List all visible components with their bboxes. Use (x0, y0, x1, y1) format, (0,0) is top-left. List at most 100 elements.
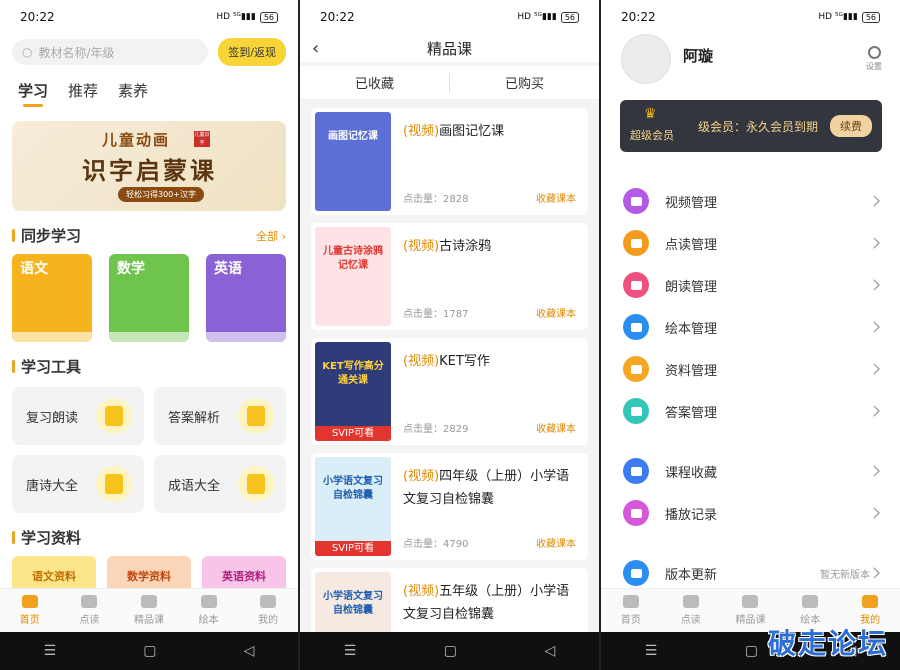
menu-icon[interactable]: ☰ (344, 643, 357, 659)
tab-home[interactable]: 首页 (606, 595, 656, 626)
vip-card[interactable]: ♛ 超级会员 级会员：永久会员到期 续费 (620, 100, 882, 152)
sync-title: 同步学习 (12, 225, 81, 246)
menu-picturebook[interactable]: 绘本管理 (601, 306, 900, 348)
tab-study[interactable]: 学习 (18, 80, 48, 107)
home-square-icon[interactable]: ▢ (444, 643, 457, 659)
course-card[interactable]: 画图记忆课 (视频)画图记忆课 点击量：2828 收藏课本 (311, 108, 588, 215)
tab-picturebooks[interactable]: 绘本 (184, 595, 234, 626)
signal-icon: HD ⁵ᴳ▮▮▮ (216, 12, 256, 22)
favorite-link[interactable]: 收藏课本 (536, 190, 576, 205)
menu-icon[interactable]: ☰ (44, 643, 57, 659)
status-bar: 20:22 HD ⁵ᴳ▮▮▮ 56 (300, 0, 599, 34)
tab-home[interactable]: 首页 (5, 595, 55, 626)
book-chinese[interactable]: 语文 (12, 254, 92, 342)
home-square-icon[interactable]: ▢ (745, 643, 758, 659)
crown-icon: ♛ (644, 106, 657, 122)
chevron-right-icon (868, 363, 880, 375)
chevron-right-icon (868, 237, 880, 249)
document-icon (623, 356, 649, 382)
seg-purchased[interactable]: 已购买 (449, 73, 599, 92)
book-english[interactable]: 英语 (206, 254, 286, 342)
version-note: 暂无新版本 (820, 569, 870, 581)
poem-icon (96, 466, 132, 502)
tab-courses[interactable]: 精品课 (124, 595, 174, 626)
chevron-right-icon (868, 279, 880, 291)
watermark-text: 破走论坛 (767, 627, 888, 660)
footprint-icon (623, 500, 649, 526)
tool-idioms[interactable]: 成语大全 (154, 455, 286, 513)
chevron-right-icon (868, 405, 880, 417)
chevron-right-icon (868, 465, 880, 477)
hand-pointer-icon (623, 230, 649, 256)
tab-dianread[interactable]: 点读 (64, 595, 114, 626)
home-icon (622, 595, 639, 608)
tools-title: 学习工具 (12, 356, 81, 377)
course-card[interactable]: 小学语文复习自检锦囊 SVIP可看 (视频)四年级（上册）小学语文复习自检锦囊 点… (311, 453, 588, 560)
menu-icon[interactable]: ☰ (645, 643, 658, 659)
back-icon[interactable]: ‹ (312, 38, 319, 59)
avatar[interactable] (621, 34, 671, 84)
home-icon (21, 595, 38, 608)
graduation-cap-icon (238, 466, 274, 502)
book-math[interactable]: 数学 (109, 254, 189, 342)
tool-review-reading[interactable]: 复习朗读 (12, 387, 144, 445)
home-square-icon[interactable]: ▢ (143, 643, 156, 659)
play-icon (140, 595, 157, 608)
favorite-link[interactable]: 收藏课本 (536, 420, 576, 435)
course-card[interactable]: 儿童古诗涂鸦记忆课 (视频)古诗涂鸦 点击量：1787 收藏课本 (311, 223, 588, 330)
status-bar: 20:22 HD ⁵ᴳ▮▮▮ 56 (0, 0, 298, 34)
menu-answers[interactable]: 答案管理 (601, 390, 900, 432)
settings-button[interactable]: 设置 (866, 46, 882, 72)
menu-course-favorites[interactable]: 课程收藏 (601, 450, 900, 492)
banner-line2: 识字启蒙课 (82, 157, 217, 185)
menu-dianread[interactable]: 点读管理 (601, 222, 900, 264)
favorite-link[interactable]: 收藏课本 (536, 305, 576, 320)
vip-label: 超级会员 (630, 129, 674, 142)
search-placeholder: 教材名称/年级 (38, 45, 115, 60)
promo-banner[interactable]: 儿童动画 儿童识字 识字启蒙课 轻松习得300+汉字 (12, 121, 286, 211)
picturebook-icon (623, 314, 649, 340)
menu-reading[interactable]: 朗读管理 (601, 264, 900, 306)
tab-dianread[interactable]: 点读 (666, 595, 716, 626)
favorite-link[interactable]: 收藏课本 (536, 535, 576, 550)
reading-icon (96, 398, 132, 434)
menu-play-history[interactable]: 播放记录 (601, 492, 900, 534)
chevron-right-icon (868, 567, 880, 579)
svip-badge: SVIP可看 (315, 426, 391, 441)
materials-title: 学习资料 (12, 527, 81, 548)
book-icon (682, 595, 699, 608)
tab-mine[interactable]: 我的 (243, 595, 293, 626)
tool-tang-poems[interactable]: 唐诗大全 (12, 455, 144, 513)
video-icon (623, 188, 649, 214)
seg-favorited[interactable]: 已收藏 (300, 73, 449, 92)
course-thumb: 小学语文复习自检锦囊 SVIP可看 (315, 457, 391, 556)
search-icon: ○ (22, 45, 33, 59)
tools-grid: 复习朗读 答案解析 唐诗大全 成语大全 (0, 377, 298, 513)
system-navbar: ☰ ▢ ◁ (0, 632, 298, 670)
banner-seal: 儿童识字 (194, 131, 210, 147)
status-bar: 20:22 HD ⁵ᴳ▮▮▮ 56 (601, 0, 900, 34)
menu-materials[interactable]: 资料管理 (601, 348, 900, 390)
sync-more-link[interactable]: 全部 › (256, 228, 286, 244)
system-navbar: ☰ ▢ ◁ (300, 632, 599, 670)
course-card[interactable]: KET写作高分通关课 SVIP可看 (视频)KET写作 点击量：2829 收藏课本 (311, 338, 588, 445)
course-thumb: KET写作高分通关课 SVIP可看 (315, 342, 391, 441)
chevron-right-icon (868, 321, 880, 333)
cat-icon (862, 595, 879, 608)
renew-button[interactable]: 续费 (830, 115, 872, 137)
back-triangle-icon[interactable]: ◁ (244, 643, 255, 659)
menu-video[interactable]: 视频管理 (601, 180, 900, 222)
answer-a-icon (623, 398, 649, 424)
back-triangle-icon[interactable]: ◁ (544, 643, 555, 659)
tab-recommend[interactable]: 推荐 (68, 80, 98, 101)
top-tabs: 学习 推荐 素养 (0, 70, 298, 107)
headphones-icon (623, 272, 649, 298)
subject-books: 语文 数学 英语 (0, 246, 298, 342)
course-list: 画图记忆课 (视频)画图记忆课 点击量：2828 收藏课本 儿童古诗涂鸦记忆课 (… (300, 100, 599, 670)
tool-answers[interactable]: 答案解析 (154, 387, 286, 445)
play-icon (742, 595, 759, 608)
sign-in-button[interactable]: 签到/返现 (218, 38, 286, 66)
tab-literacy[interactable]: 素养 (118, 80, 148, 101)
search-input[interactable]: ○ 教材名称/年级 (12, 39, 209, 65)
screen-home: 20:22 HD ⁵ᴳ▮▮▮ 56 ○ 教材名称/年级 签到/返现 学习 推荐 素… (0, 0, 298, 670)
